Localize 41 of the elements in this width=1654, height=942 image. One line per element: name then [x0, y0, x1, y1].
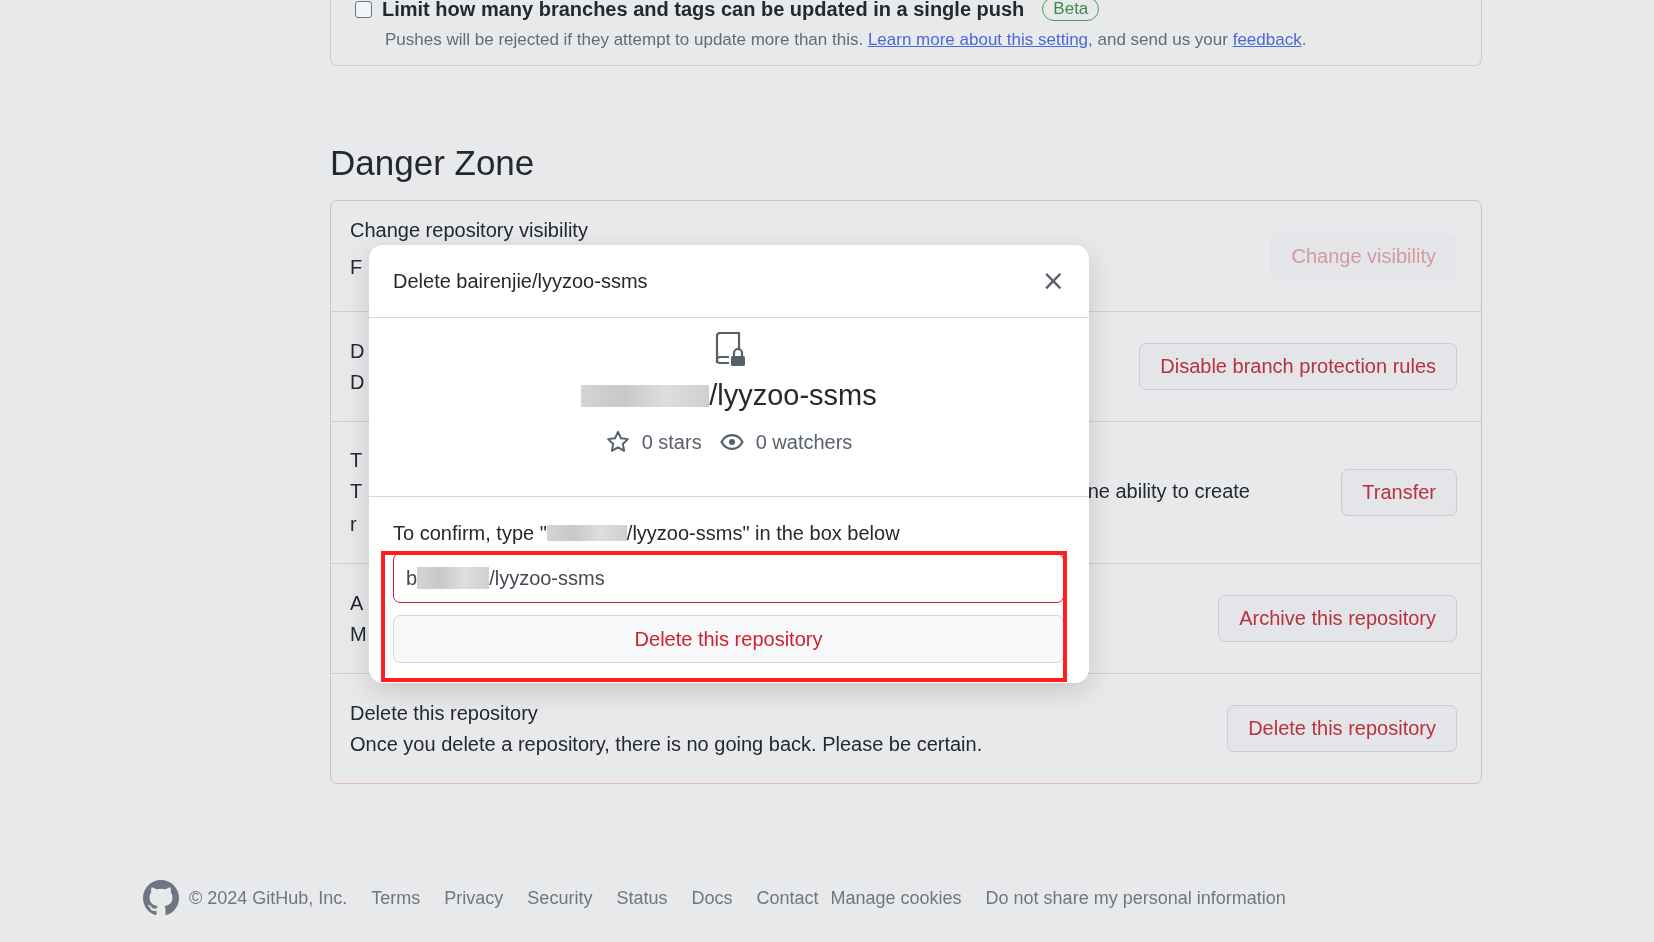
footer-link[interactable]: Status [616, 887, 668, 909]
stars-count: 0 stars [641, 430, 702, 454]
setting-title: T [350, 449, 363, 472]
star-icon [605, 430, 630, 454]
learn-more-link[interactable]: Learn more about this setting [867, 30, 1089, 49]
dialog-title: Delete bairenjie/lyyzoo-ssms [393, 269, 648, 293]
footer-link[interactable]: Security [527, 887, 593, 909]
checkbox[interactable] [355, 0, 372, 18]
setting-description: r [350, 513, 357, 536]
setting-title: A [350, 591, 364, 615]
feedback-link[interactable]: feedback [1232, 30, 1302, 49]
setting-description: T [350, 480, 363, 503]
danger-button[interactable]: Disable branch protection rules [1139, 343, 1457, 390]
octocat-logo-icon[interactable] [143, 880, 179, 916]
footer-link[interactable]: Do not share my personal information [985, 887, 1286, 909]
danger-button[interactable]: Transfer [1341, 469, 1457, 516]
setting-description: M [350, 622, 367, 646]
repository-name: /lyyzoo-ssms [709, 379, 877, 412]
setting-description: F [350, 256, 363, 279]
setting-description: ne ability to create [1087, 480, 1250, 503]
setting-description: D [350, 370, 365, 394]
confirm-instruction: /lyyzoo-ssms" in the box below [626, 521, 900, 545]
watchers-count: 0 watchers [755, 430, 853, 454]
setting-note: Pushes will be rejected if they attempt to update more than this. Learn more about this setting, and send us your feedback. [385, 30, 1308, 50]
setting-title: Delete this repository [350, 701, 538, 725]
delete-repository-button[interactable]: Delete this repository [393, 615, 1064, 663]
danger-button[interactable]: Delete this repository [1227, 705, 1457, 752]
setting-label: Limit how many branches and tags can be updated in a single push [382, 0, 1025, 21]
footer-link[interactable]: Docs [691, 887, 733, 909]
close-button[interactable]: × [1037, 267, 1069, 295]
copyright-text: © 2024 GitHub, Inc. [189, 887, 348, 909]
setting-title: Change repository visibility [350, 219, 588, 242]
danger-button[interactable]: Archive this repository [1218, 595, 1457, 642]
footer-link[interactable]: Manage cookies [830, 887, 962, 909]
setting-title: D [350, 339, 365, 363]
footer-link[interactable]: Privacy [444, 887, 504, 909]
footer-link[interactable]: Contact [756, 887, 819, 909]
footer-link[interactable]: Terms [371, 887, 421, 909]
section-heading: Danger Zone [330, 142, 536, 184]
setting-description: Once you delete a repository, there is no going back. Please be certain. [350, 732, 983, 756]
confirm-instruction: To confirm, type " [393, 521, 547, 545]
